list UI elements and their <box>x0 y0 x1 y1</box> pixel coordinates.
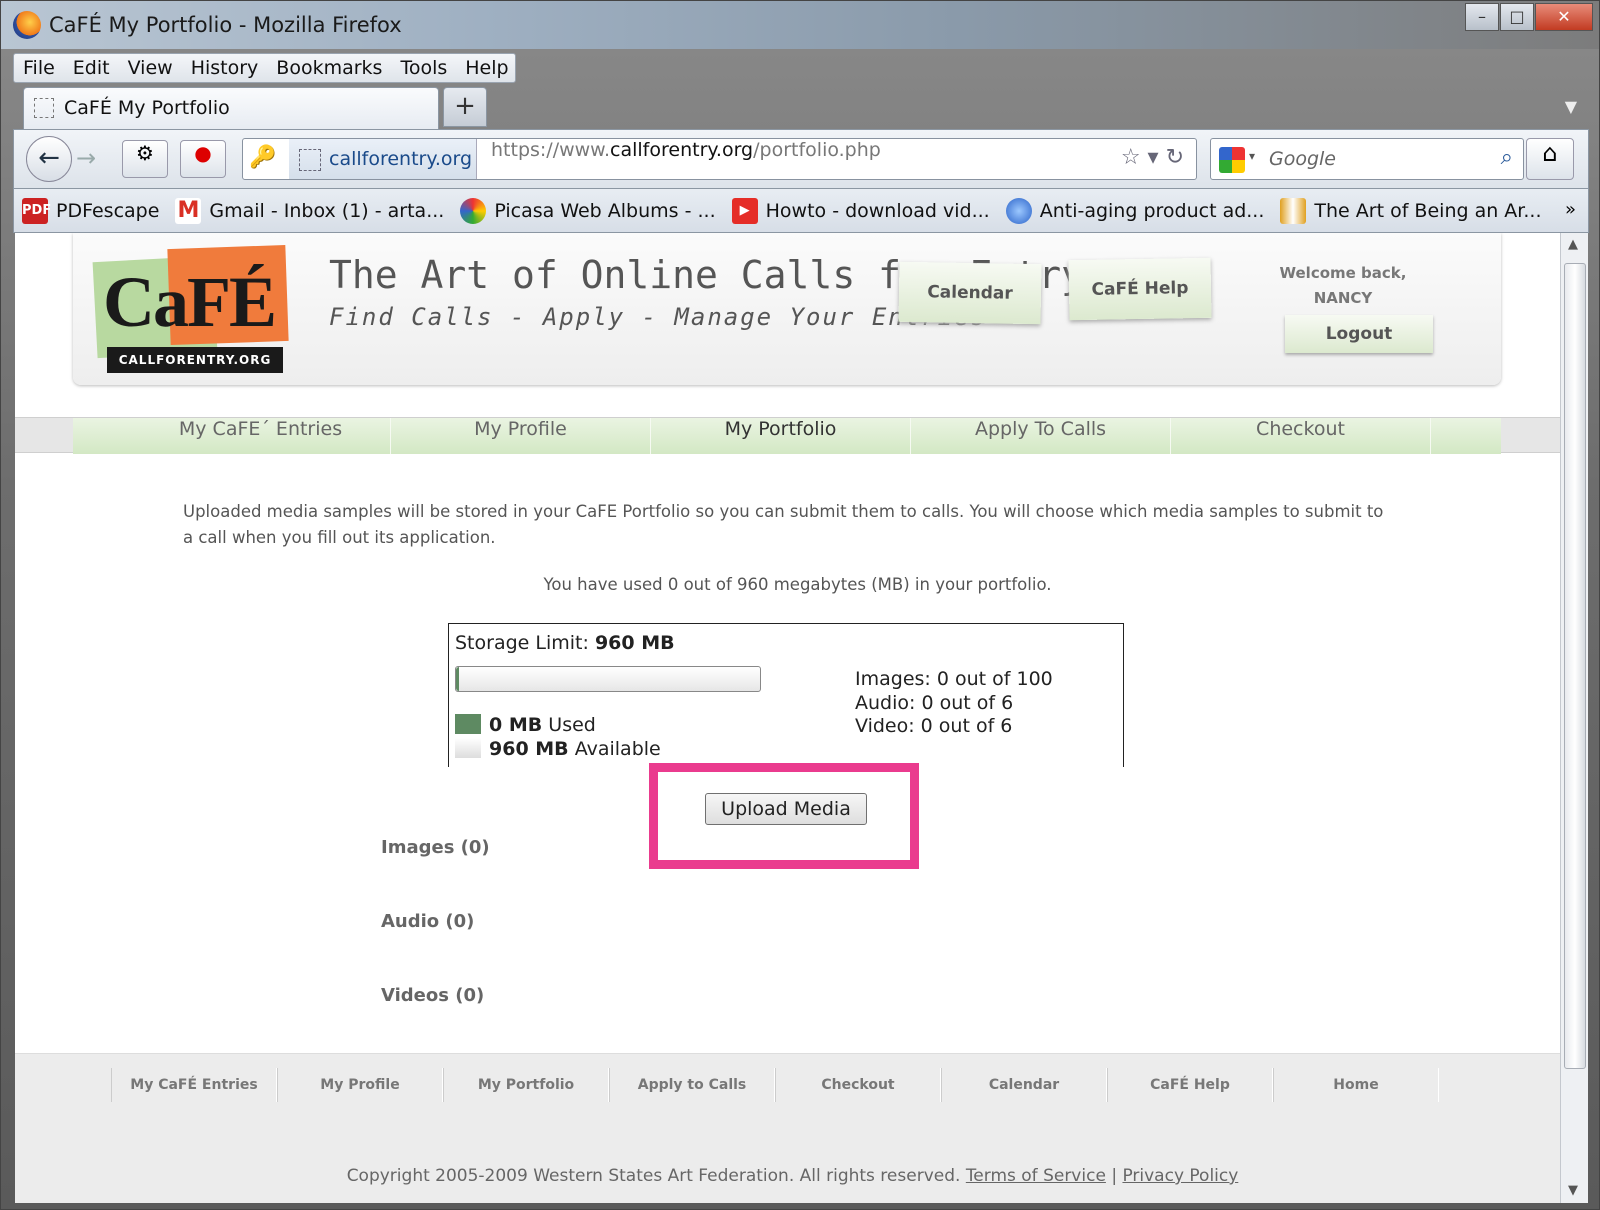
images-count: Images: 0 out of 100 <box>855 668 1053 690</box>
nav-checkout[interactable]: Checkout <box>1171 418 1431 454</box>
record-icon[interactable]: ● <box>180 140 226 178</box>
bookmark-youtube[interactable]: ▶ Howto - download vid... <box>731 197 990 224</box>
bookmarks-toolbar: PDF PDFescape M Gmail - Inbox (1) - arta..… <box>13 189 1589 233</box>
forward-button[interactable]: → <box>76 144 96 172</box>
site-footer: My CaFÉ Entries My Profile My Portfolio … <box>15 1053 1560 1203</box>
calendar-button[interactable]: Calendar <box>898 261 1042 325</box>
terms-link[interactable]: Terms of Service <box>966 1166 1106 1186</box>
google-icon[interactable] <box>1219 147 1245 173</box>
cafe-help-button[interactable]: CaFÉ Help <box>1068 257 1212 321</box>
site-header: CaFÉ CALLFORENTRY.ORG The Art of Online … <box>73 233 1501 385</box>
videos-section[interactable]: Videos (0) <box>381 985 484 1006</box>
logout-button[interactable]: Logout <box>1285 315 1433 353</box>
youtube-icon: ▶ <box>731 197 758 224</box>
menu-help[interactable]: Help <box>465 57 508 79</box>
nav-my-cafe-entries[interactable]: My CaFE´ Entries <box>131 418 391 454</box>
site-identity[interactable]: callforentry.org <box>289 139 477 179</box>
search-input[interactable]: Google <box>1269 148 1336 170</box>
back-button[interactable]: ← <box>26 136 72 182</box>
tab-portfolio[interactable]: CaFÉ My Portfolio <box>23 87 439 129</box>
welcome-text: Welcome back, NANCY <box>1263 261 1423 311</box>
nav-apply-to-calls[interactable]: Apply To Calls <box>911 418 1171 454</box>
bookmark-pdfescape[interactable]: PDF PDFescape <box>22 197 159 224</box>
page-icon <box>34 98 54 118</box>
bookmark-anti-aging[interactable]: Anti-aging product ad... <box>1005 197 1264 224</box>
media-counts: Images: 0 out of 100 Audio: 0 out of 6 V… <box>855 668 1053 739</box>
new-tab-button[interactable]: + <box>443 87 487 127</box>
footer-calendar[interactable]: Calendar <box>941 1068 1107 1102</box>
title-bar: CaFÉ My Portfolio - Mozilla Firefox – □ … <box>1 1 1599 49</box>
search-icon[interactable]: ⌕ <box>1501 145 1513 170</box>
bookmark-icon <box>1280 197 1307 224</box>
audio-count: Audio: 0 out of 6 <box>855 691 1014 714</box>
footer-cafe-help[interactable]: CaFÉ Help <box>1107 1068 1273 1102</box>
legend-used: 0 MB Used <box>455 714 596 736</box>
portfolio-intro: Uploaded media samples will be stored in… <box>183 502 1384 547</box>
nav-my-profile[interactable]: My Profile <box>391 418 651 454</box>
globe-icon <box>1005 197 1032 224</box>
username: NANCY <box>1313 289 1373 307</box>
footer-apply-to-calls[interactable]: Apply to Calls <box>609 1068 775 1102</box>
copyright: Copyright 2005-2009 Western States Art F… <box>346 1166 1239 1186</box>
key-icon: 🔑 <box>249 145 277 170</box>
menu-edit[interactable]: Edit <box>73 57 110 79</box>
storage-panel: Storage Limit: 960 MB 0 MB Used 960 MB A… <box>448 623 1124 767</box>
storage-used-fill <box>456 667 459 691</box>
gmail-icon: M <box>175 197 202 224</box>
scroll-up-icon[interactable]: ▲ <box>1568 237 1578 252</box>
main-nav: My CaFE´ Entries My Profile My Portfolio… <box>15 417 1560 454</box>
scrollbar-thumb[interactable] <box>1564 263 1586 1069</box>
menu-tools[interactable]: Tools <box>400 57 447 79</box>
menu-view[interactable]: View <box>128 57 173 79</box>
menu-bar: File Edit View History Bookmarks Tools H… <box>13 53 516 83</box>
chevron-down-icon[interactable]: ▾ <box>1249 149 1255 163</box>
menu-file[interactable]: File <box>23 57 55 79</box>
footer-my-portfolio[interactable]: My Portfolio <box>443 1068 609 1102</box>
home-button[interactable]: ⌂ <box>1526 138 1574 180</box>
address-bar[interactable]: 🔑 callforentry.org https://www.callforen… <box>242 138 1197 180</box>
picasa-icon <box>460 197 487 224</box>
images-section[interactable]: Images (0) <box>381 837 490 858</box>
nav-my-portfolio[interactable]: My Portfolio <box>651 418 911 454</box>
privacy-link[interactable]: Privacy Policy <box>1122 1166 1238 1186</box>
footer-my-cafe-entries[interactable]: My CaFÉ Entries <box>111 1068 277 1102</box>
window-title: CaFÉ My Portfolio - Mozilla Firefox <box>49 13 402 37</box>
site-subtagline: Find Calls - Apply - Manage Your Entries <box>329 303 987 331</box>
menu-history[interactable]: History <box>191 57 259 79</box>
legend-available: 960 MB Available <box>455 738 661 760</box>
tab-title: CaFÉ My Portfolio <box>64 97 230 119</box>
menu-bookmarks[interactable]: Bookmarks <box>276 57 382 79</box>
footer-checkout[interactable]: Checkout <box>775 1068 941 1102</box>
audio-section[interactable]: Audio (0) <box>381 911 474 932</box>
footer-my-profile[interactable]: My Profile <box>277 1068 443 1102</box>
maximize-button[interactable]: □ <box>1500 3 1534 31</box>
minimize-button[interactable]: – <box>1465 3 1499 31</box>
pdf-icon: PDF <box>22 197 51 224</box>
vertical-scrollbar[interactable]: ▲ ▼ <box>1560 233 1588 1203</box>
storage-limit: Storage Limit: 960 MB <box>455 632 675 654</box>
chevron-right-icon[interactable]: » <box>1565 199 1576 220</box>
storage-progress-bar <box>455 666 761 692</box>
extension-icon[interactable]: ⚙ <box>122 140 168 178</box>
footer-home[interactable]: Home <box>1273 1068 1439 1102</box>
cafe-logo[interactable]: CaFÉ CALLFORENTRY.ORG <box>92 243 291 375</box>
close-button[interactable]: ✕ <box>1535 3 1593 31</box>
tab-list-icon[interactable]: ▼ <box>1565 97 1577 116</box>
usage-text: You have used 0 out of 960 megabytes (MB… <box>543 575 1052 594</box>
navigation-toolbar: ← → ⚙ ● 🔑 callforentry.org https://www.c… <box>13 129 1589 189</box>
bookmark-gmail[interactable]: M Gmail - Inbox (1) - arta... <box>175 197 444 224</box>
web-page: CaFÉ CALLFORENTRY.ORG The Art of Online … <box>15 233 1560 1203</box>
bookmark-star-icon[interactable]: ☆ ▾ ↻ <box>1121 145 1184 170</box>
scroll-down-icon[interactable]: ▼ <box>1568 1183 1578 1198</box>
bookmark-picasa[interactable]: Picasa Web Albums - ... <box>460 197 716 224</box>
firefox-icon <box>13 11 41 39</box>
video-count: Video: 0 out of 6 <box>855 715 1013 737</box>
url-text[interactable]: https://www.callforentry.org/portfolio.p… <box>491 139 881 161</box>
bookmark-art-of-being[interactable]: The Art of Being an Ar... <box>1280 197 1542 224</box>
upload-media-button[interactable]: Upload Media <box>705 793 867 825</box>
browser-window: CaFÉ My Portfolio - Mozilla Firefox – □ … <box>0 0 1600 1210</box>
search-box[interactable]: ▾ Google ⌕ <box>1210 138 1524 180</box>
